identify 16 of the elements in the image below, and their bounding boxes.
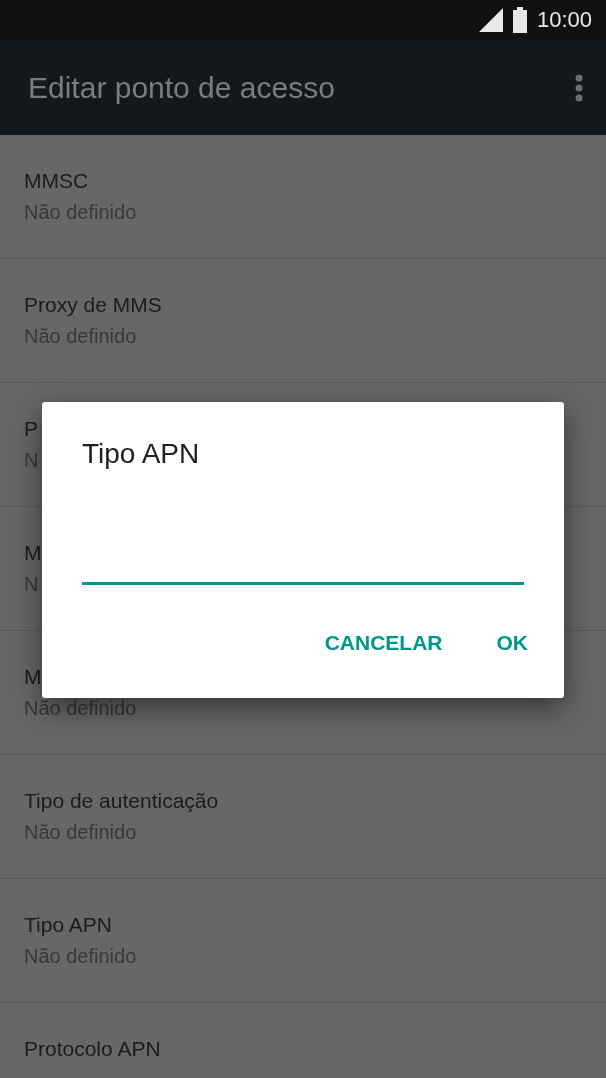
cancel-button[interactable]: CANCELAR xyxy=(306,621,461,665)
ok-button[interactable]: OK xyxy=(478,621,546,665)
setting-title: Proxy de MMS xyxy=(24,293,162,317)
setting-title: M xyxy=(24,541,42,565)
more-options-icon[interactable] xyxy=(574,73,584,102)
setting-title: M xyxy=(24,665,42,689)
setting-title: MMSC xyxy=(24,169,89,193)
battery-icon xyxy=(512,7,527,33)
dialog-title: Tipo APN xyxy=(82,438,200,470)
setting-title: Protocolo APN xyxy=(24,1037,161,1061)
app-bar-title: Editar ponto de acesso xyxy=(28,70,335,105)
setting-title: P xyxy=(24,417,38,441)
setting-title: Tipo APN xyxy=(24,913,112,937)
setting-title: Tipo de autenticação xyxy=(24,789,219,813)
status-time: 10:00 xyxy=(536,7,592,33)
signal-icon xyxy=(478,8,503,32)
